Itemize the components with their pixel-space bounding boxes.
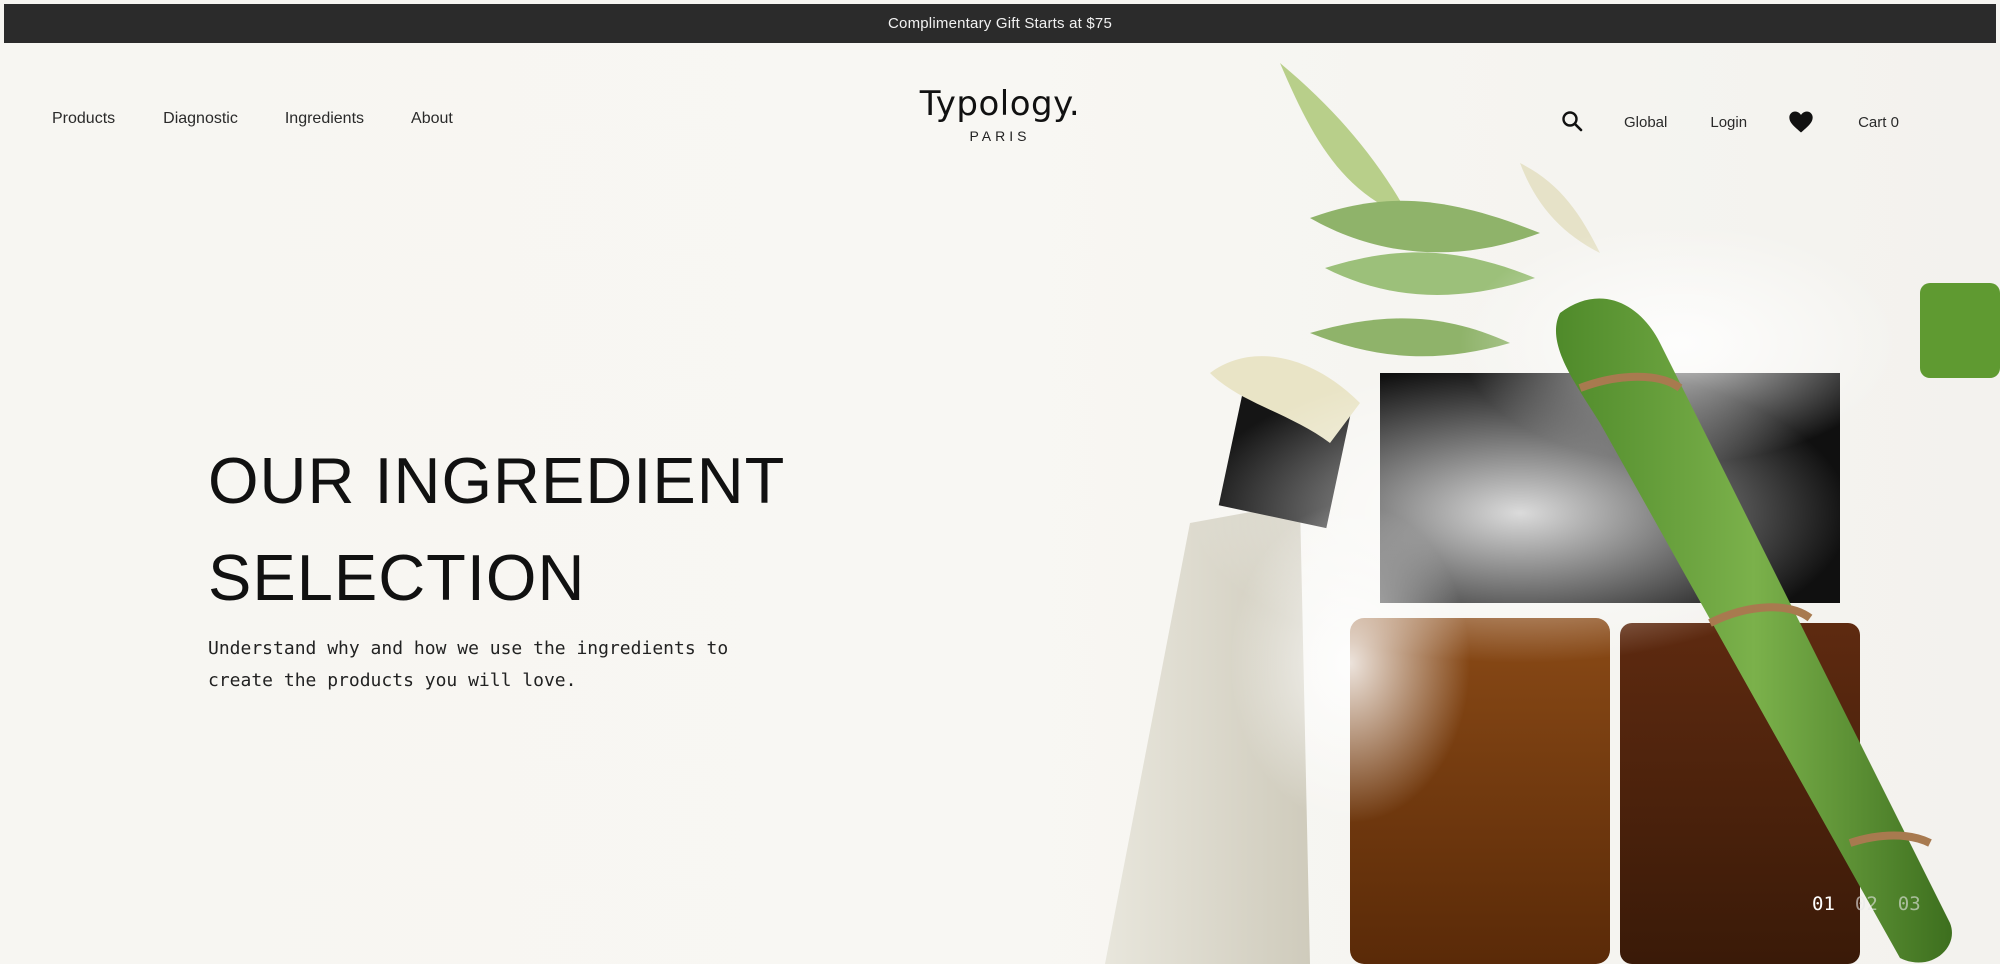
search-icon[interactable] (1560, 109, 1586, 135)
cart-link[interactable]: Cart 0 (1858, 114, 1899, 131)
hero-subtitle-line-1: Understand why and how we use the ingred… (208, 638, 729, 659)
announcement-text: Complimentary Gift Starts at $75 (888, 15, 1112, 32)
primary-nav: Products Diagnostic Ingredients About (52, 110, 453, 128)
brand-logo[interactable]: Typology. PARIS (900, 84, 1100, 144)
slide-indicator-01[interactable]: 01 (1812, 893, 1835, 915)
hero-subtitle: Understand why and how we use the ingred… (208, 633, 848, 697)
hero-product-image (1105, 63, 2000, 964)
slide-indicator-03[interactable]: 03 (1898, 893, 1921, 915)
brand-name: Typology. (919, 84, 1081, 124)
hero-title-line-1: OUR INGREDIENT (208, 444, 786, 517)
hero-title-line-2: SELECTION (208, 541, 586, 614)
nav-link-about[interactable]: About (411, 110, 453, 128)
slide-pager: 01 02 03 (1812, 893, 1921, 915)
region-selector[interactable]: Global (1624, 114, 1667, 131)
utility-nav: Global Login Cart 0 (1560, 108, 1899, 136)
announcement-bar: Complimentary Gift Starts at $75 (4, 4, 1996, 43)
brand-location: PARIS (969, 128, 1031, 144)
hero-title: OUR INGREDIENT SELECTION (208, 432, 908, 626)
hero-subtitle-line-2: create the products you will love. (208, 670, 577, 691)
slide-indicator-02[interactable]: 02 (1855, 893, 1878, 915)
nav-link-ingredients[interactable]: Ingredients (285, 110, 364, 128)
heart-icon[interactable] (1787, 108, 1815, 136)
login-link[interactable]: Login (1710, 114, 1747, 131)
nav-link-diagnostic[interactable]: Diagnostic (163, 110, 238, 128)
nav-link-products[interactable]: Products (52, 110, 115, 128)
